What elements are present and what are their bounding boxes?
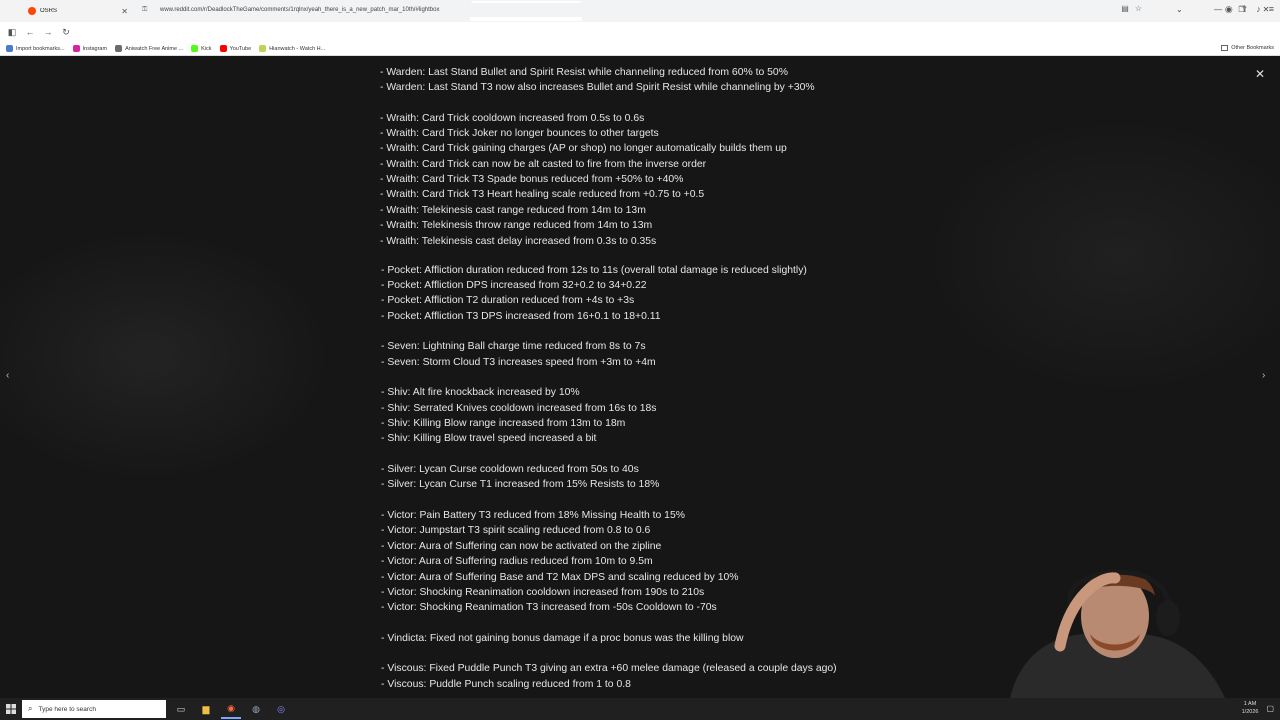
patch-note-line: - Wraith: Card Trick cooldown increased … xyxy=(380,113,645,124)
patch-note-line: - Wraith: Card Trick can now be alt cast… xyxy=(380,159,707,170)
bookmark-favicon-icon xyxy=(6,45,13,52)
bookmark-label: Kick xyxy=(201,45,212,52)
bookmark-item[interactable]: Kick xyxy=(191,45,212,52)
patch-note-line: - Victor: Aura of Suffering can now be a… xyxy=(381,541,662,552)
patch-note-line: - Wraith: Card Trick T3 Heart healing sc… xyxy=(380,189,705,200)
search-icon: ⌕ xyxy=(28,704,33,713)
patch-note-line: - Silver: Lycan Curse T1 increased from … xyxy=(381,479,660,490)
bookmark-label: Import bookmarks... xyxy=(16,45,65,52)
clock-time: 1 AM xyxy=(1243,701,1257,707)
audio-icon[interactable]: ♪ xyxy=(1256,4,1261,15)
patch-note-line: - Pocket: Affliction DPS increased from … xyxy=(381,280,647,291)
bookmark-label: Instagram xyxy=(82,45,108,52)
bookmark-favicon-icon xyxy=(115,45,123,52)
bookmark-item[interactable]: Import bookmarks... xyxy=(6,45,65,52)
url-field[interactable]: ⚿ www.reddit.com/r/DeadlockTheGame/comme… xyxy=(134,3,1146,17)
reader-view-icon[interactable]: ▤ xyxy=(1121,4,1129,13)
bookmark-favicon-icon xyxy=(219,45,227,52)
menu-icon[interactable]: ≡ xyxy=(1269,4,1274,15)
url-text: www.reddit.com/r/DeadlockTheGame/comment… xyxy=(160,7,440,13)
patch-note-line: - Vindicta: Fixed not gaining bonus dama… xyxy=(381,633,744,644)
windows-icon xyxy=(6,704,16,714)
patch-note-line: - Shiv: Serrated Knives cooldown increas… xyxy=(381,403,657,414)
patch-note-line: - Victor: Aura of Suffering Base and T2 … xyxy=(381,572,739,583)
clock[interactable]: 1 AM 1/2026 xyxy=(1242,700,1259,716)
bookmark-label: Hianwatch - Watch H... xyxy=(269,45,326,52)
folder-icon xyxy=(1221,45,1229,51)
browser-icon[interactable]: ◉ xyxy=(221,699,241,719)
patch-note-line: - Pocket: Affliction T3 DPS increased fr… xyxy=(381,311,661,322)
taskbar-search[interactable]: ⌕ Type here to search xyxy=(22,700,166,718)
other-bookmarks-label: Other Bookmarks xyxy=(1231,45,1274,51)
back-icon[interactable]: ← xyxy=(21,27,39,37)
extension-icon[interactable]: ◉ xyxy=(1225,4,1233,15)
tab-close-icon[interactable]: ✕ xyxy=(121,7,128,16)
close-icon[interactable]: ✕ xyxy=(1253,67,1267,81)
patch-note-line: - Seven: Storm Cloud T3 increases speed … xyxy=(381,357,656,368)
patch-note-line: - Shiv: Alt fire knockback increased by … xyxy=(381,387,580,398)
patch-note-line: - Shiv: Killing Blow travel speed increa… xyxy=(381,433,597,444)
site-info-icon[interactable]: ⚿ xyxy=(142,6,152,14)
bookmark-item[interactable]: Aniwatch Free Anime ... xyxy=(115,45,183,52)
patch-note-line: - Victor: Aura of Suffering radius reduc… xyxy=(381,556,653,567)
patch-note-line: - Wraith: Telekinesis cast range reduced… xyxy=(380,205,646,216)
notification-icon[interactable]: ▢ xyxy=(1266,704,1274,713)
patch-note-line: - Pocket: Affliction duration reduced fr… xyxy=(381,265,807,276)
reddit-icon xyxy=(28,7,36,15)
bookmark-star-icon[interactable]: ☆ xyxy=(1135,4,1142,13)
webcam-overlay xyxy=(1010,569,1225,698)
patch-note-line: - Seven: Lightning Ball charge time redu… xyxy=(381,341,646,352)
patch-note-line: - Victor: Shocking Reanimation cooldown … xyxy=(381,587,705,598)
taskbar: ⌕ Type here to search ▭ ▆ ◉ ◍ ◎ 1 AM 1/2… xyxy=(0,698,1280,720)
chevron-right-icon[interactable]: › xyxy=(1262,370,1265,381)
tab-search-icon[interactable]: ⌄ xyxy=(1176,5,1183,14)
patch-note-line: - Wraith: Card Trick T3 Spade bonus redu… xyxy=(380,174,684,185)
patch-note-line: - Wraith: Telekinesis throw range reduce… xyxy=(380,220,653,231)
task-view-icon[interactable]: ▭ xyxy=(171,699,191,719)
patch-note-line: - Victor: Jumpstart T3 spirit scaling re… xyxy=(381,525,651,536)
other-bookmarks[interactable]: Other Bookmarks xyxy=(1221,45,1274,51)
patch-note-line: - Viscous: Puddle Punch scaling reduced … xyxy=(381,679,631,690)
bookmark-favicon-icon xyxy=(72,45,80,52)
patch-note-line: - Victor: Pain Battery T3 reduced from 1… xyxy=(381,510,685,521)
discord-icon[interactable]: ◎ xyxy=(271,699,291,719)
clock-date: 1/2026 xyxy=(1241,709,1259,715)
patch-note-line: - Wraith: Card Trick gaining charges (AP… xyxy=(380,143,787,154)
patch-note-line: - Shiv: Killing Blow range increased fro… xyxy=(381,418,626,429)
patch-note-line: - Warden: Last Stand T3 now also increas… xyxy=(380,82,815,93)
bookmark-item[interactable]: Hianwatch - Watch H... xyxy=(259,45,325,52)
search-placeholder: Type here to search xyxy=(38,705,96,713)
lightbox: - Warden: Last Stand Bullet and Spirit R… xyxy=(0,56,1280,698)
bookmark-favicon-icon xyxy=(259,45,267,52)
tab-title: OSRS xyxy=(40,8,58,14)
browser-tab[interactable]: OSRS ✕ xyxy=(22,1,134,21)
start-button[interactable] xyxy=(0,698,22,720)
bookmarks-bar: Import bookmarks... Instagram Aniwatch Fre… xyxy=(0,42,1280,56)
address-bar: ◧ ← → ↻ xyxy=(0,22,1280,42)
patch-note-line: - Viscous: Fixed Puddle Punch T3 giving … xyxy=(381,663,837,674)
patch-note-line: - Victor: Shocking Reanimation T3 increa… xyxy=(381,602,717,613)
patch-note-line: - Warden: Last Stand Bullet and Spirit R… xyxy=(380,67,788,78)
bookmark-item[interactable]: Instagram xyxy=(72,45,108,52)
bookmark-label: YouTube xyxy=(229,45,252,52)
toolbar-right: ◉ ⇪ ♪ ≡ xyxy=(1225,4,1274,15)
patch-note-line: - Silver: Lycan Curse cooldown reduced f… xyxy=(381,464,639,475)
patch-note-line: - Pocket: Affliction T2 duration reduced… xyxy=(381,295,635,306)
bookmark-favicon-icon xyxy=(191,45,199,52)
bookmark-label: Aniwatch Free Anime ... xyxy=(125,45,184,52)
patch-note-line: - Wraith: Telekinesis cast delay increas… xyxy=(380,236,657,247)
forward-icon[interactable]: → xyxy=(39,27,57,37)
sidebar-icon[interactable]: ◧ xyxy=(3,27,21,38)
reload-icon[interactable]: ↻ xyxy=(57,27,75,38)
system-tray: 1 AM 1/2026 ▢ xyxy=(1242,700,1274,716)
patch-note-line: - Wraith: Card Trick Joker no longer bou… xyxy=(380,128,659,139)
share-icon[interactable]: ⇪ xyxy=(1241,4,1249,15)
chevron-left-icon[interactable]: ‹ xyxy=(6,370,9,381)
bookmark-item[interactable]: YouTube xyxy=(219,45,252,52)
file-explorer-icon[interactable]: ▆ xyxy=(196,699,216,719)
steam-icon[interactable]: ◍ xyxy=(246,699,266,719)
